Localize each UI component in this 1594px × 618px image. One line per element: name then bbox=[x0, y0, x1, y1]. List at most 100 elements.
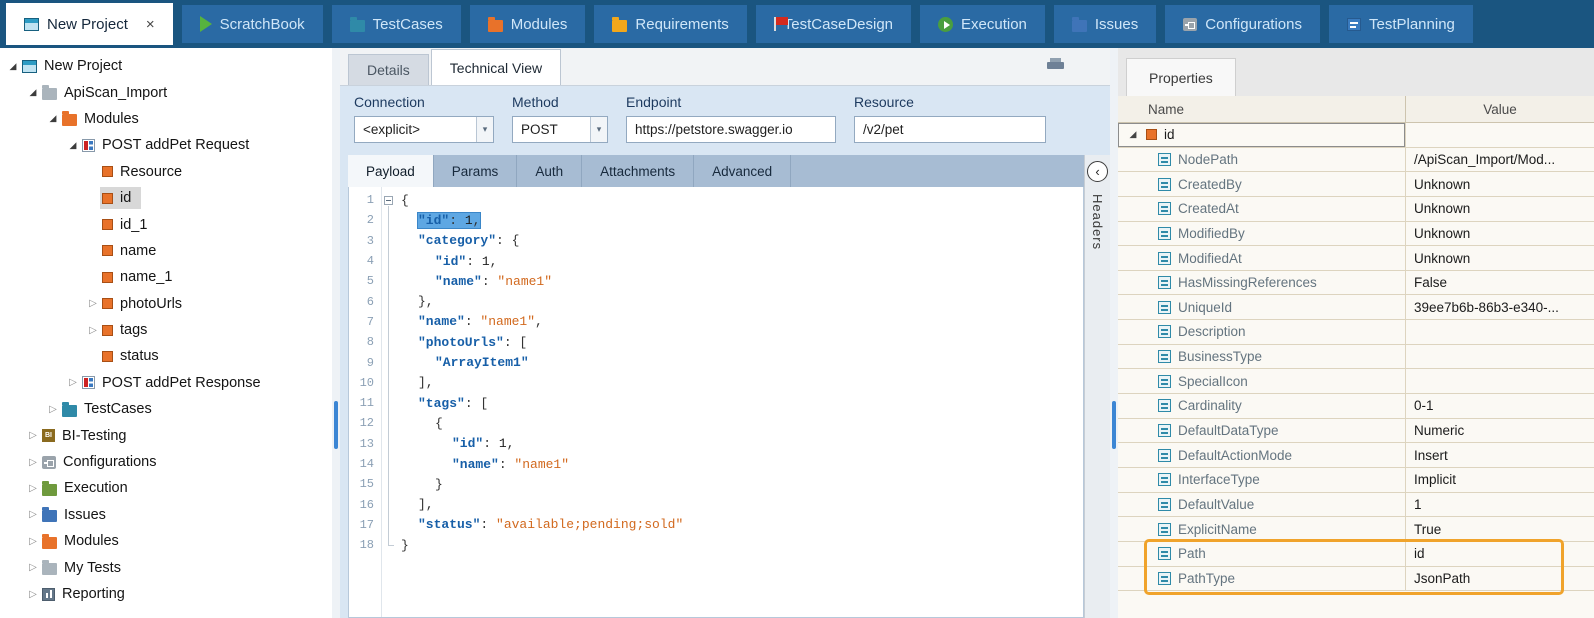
tree-item-label: Execution bbox=[64, 480, 128, 496]
fold-toggle-icon[interactable] bbox=[384, 196, 393, 205]
payload-tab-strip: PayloadParamsAuthAttachmentsAdvanced bbox=[348, 155, 1084, 187]
tree-item-name[interactable]: name bbox=[0, 238, 332, 264]
tab-configurations[interactable]: Configurations bbox=[1165, 5, 1320, 43]
property-row-root[interactable]: ◢id bbox=[1118, 123, 1594, 148]
collapsed-arrow-icon[interactable]: ▷ bbox=[86, 325, 100, 336]
tree-item-status[interactable]: status bbox=[0, 343, 332, 369]
tree-item-modules[interactable]: ▷Modules bbox=[0, 528, 332, 554]
tab-testplanning[interactable]: TestPlanning bbox=[1329, 5, 1473, 43]
payload-tab-auth[interactable]: Auth bbox=[517, 155, 582, 187]
property-row-businesstype[interactable]: BusinessType bbox=[1118, 345, 1594, 370]
property-row-specialicon[interactable]: SpecialIcon bbox=[1118, 369, 1594, 394]
tab-technical-view[interactable]: Technical View bbox=[431, 49, 561, 85]
tree-item-testcases[interactable]: ▷TestCases bbox=[0, 396, 332, 422]
tab-requirements[interactable]: Requirements bbox=[594, 5, 746, 43]
tab-properties[interactable]: Properties bbox=[1126, 58, 1236, 96]
configurations-icon bbox=[42, 456, 56, 469]
expanded-arrow-icon[interactable]: ◢ bbox=[26, 87, 40, 98]
app-window: New Project×ScratchBookTestCasesModulesR… bbox=[0, 0, 1594, 618]
connection-select[interactable]: <explicit> ▾ bbox=[354, 116, 494, 143]
tab-testcasedesign[interactable]: TestCaseDesign bbox=[756, 5, 911, 43]
payload-tab-attachments[interactable]: Attachments bbox=[582, 155, 694, 187]
property-row-defaultvalue[interactable]: DefaultValue1 bbox=[1118, 493, 1594, 518]
gutter-divider bbox=[381, 187, 382, 617]
tab-modules[interactable]: Modules bbox=[470, 5, 586, 43]
tab-execution[interactable]: Execution bbox=[920, 5, 1045, 43]
payload-tab-params[interactable]: Params bbox=[434, 155, 518, 187]
tree-item-reporting[interactable]: ▷Reporting bbox=[0, 581, 332, 607]
property-row-modifiedat[interactable]: ModifiedAtUnknown bbox=[1118, 246, 1594, 271]
collapsed-arrow-icon[interactable]: ▷ bbox=[46, 404, 60, 415]
tree-item-label: Modules bbox=[84, 111, 139, 127]
property-row-uniqueid[interactable]: UniqueId39ee7b6b-86b3-e340-... bbox=[1118, 295, 1594, 320]
payload-tab-payload[interactable]: Payload bbox=[348, 155, 434, 187]
collapse-arrow-icon[interactable]: ‹ bbox=[1087, 161, 1108, 182]
collapsed-arrow-icon[interactable]: ▷ bbox=[26, 509, 40, 520]
collapsed-arrow-icon[interactable]: ▷ bbox=[26, 589, 40, 600]
tab-issues[interactable]: Issues bbox=[1054, 5, 1156, 43]
tab-testcases[interactable]: TestCases bbox=[332, 5, 461, 43]
property-row-modifiedby[interactable]: ModifiedByUnknown bbox=[1118, 222, 1594, 247]
tree-item-new-project[interactable]: ◢New Project bbox=[0, 53, 332, 79]
endpoint-input[interactable] bbox=[626, 116, 836, 143]
tree-item-configurations[interactable]: ▷Configurations bbox=[0, 449, 332, 475]
configurations-icon bbox=[1183, 18, 1197, 31]
code-line: 1{ bbox=[349, 190, 1083, 210]
property-row-cardinality[interactable]: Cardinality0-1 bbox=[1118, 394, 1594, 419]
right-splitter[interactable] bbox=[1110, 48, 1118, 618]
property-row-interfacetype[interactable]: InterfaceTypeImplicit bbox=[1118, 468, 1594, 493]
property-row-hasmissingreferences[interactable]: HasMissingReferencesFalse bbox=[1118, 271, 1594, 296]
close-icon[interactable]: × bbox=[146, 16, 155, 33]
tab-new-project[interactable]: New Project× bbox=[6, 3, 173, 45]
tree-item-my-tests[interactable]: ▷My Tests bbox=[0, 554, 332, 580]
tab-scratchbook[interactable]: ScratchBook bbox=[182, 5, 323, 43]
tree-item-modules[interactable]: ◢ Modules bbox=[0, 106, 332, 132]
headers-side-panel[interactable]: ‹ Headers bbox=[1084, 155, 1110, 618]
connection-value: <explicit> bbox=[363, 122, 476, 137]
expanded-arrow-icon[interactable]: ◢ bbox=[66, 140, 80, 151]
tree-item-tags[interactable]: ▷tags bbox=[0, 317, 332, 343]
tree-item-id-1[interactable]: id_1 bbox=[0, 211, 332, 237]
tree-item-execution[interactable]: ▷ Execution bbox=[0, 475, 332, 501]
collapsed-arrow-icon[interactable]: ▷ bbox=[26, 430, 40, 441]
tree-item-photourls[interactable]: ▷photoUrls bbox=[0, 291, 332, 317]
tree-item-name-1[interactable]: name_1 bbox=[0, 264, 332, 290]
resource-input[interactable] bbox=[854, 116, 1046, 143]
print-icon[interactable] bbox=[1047, 58, 1064, 73]
payload-tab-advanced[interactable]: Advanced bbox=[694, 155, 791, 187]
expanded-arrow-icon[interactable]: ◢ bbox=[1127, 129, 1139, 140]
collapsed-arrow-icon[interactable]: ▷ bbox=[26, 457, 40, 468]
expanded-arrow-icon[interactable]: ◢ bbox=[6, 61, 20, 72]
left-splitter[interactable] bbox=[332, 48, 340, 618]
collapsed-arrow-icon[interactable]: ▷ bbox=[86, 298, 100, 309]
value-column-header[interactable]: Value bbox=[1405, 96, 1594, 122]
name-column-header[interactable]: Name bbox=[1118, 102, 1405, 117]
property-row-nodepath[interactable]: NodePath/ApiScan_Import/Mod... bbox=[1118, 148, 1594, 173]
tree-item-issues[interactable]: ▷Issues bbox=[0, 502, 332, 528]
collapsed-arrow-icon[interactable]: ▷ bbox=[26, 562, 40, 573]
method-select[interactable]: POST ▾ bbox=[512, 116, 608, 143]
tree-item-post-addpet-response[interactable]: ▷POST addPet Response bbox=[0, 370, 332, 396]
property-icon bbox=[1158, 375, 1171, 388]
tree-item-post-addpet-request[interactable]: ◢POST addPet Request bbox=[0, 132, 332, 158]
collapsed-arrow-icon[interactable]: ▷ bbox=[66, 377, 80, 388]
property-row-createdby[interactable]: CreatedByUnknown bbox=[1118, 172, 1594, 197]
expanded-arrow-icon[interactable]: ◢ bbox=[46, 113, 60, 124]
collapsed-arrow-icon[interactable]: ▷ bbox=[26, 536, 40, 547]
property-row-description[interactable]: Description bbox=[1118, 320, 1594, 345]
property-row-explicitname[interactable]: ExplicitNameTrue bbox=[1118, 517, 1594, 542]
property-row-createdat[interactable]: CreatedAtUnknown bbox=[1118, 197, 1594, 222]
property-row-pathtype[interactable]: PathTypeJsonPath bbox=[1118, 567, 1594, 592]
property-value bbox=[1405, 369, 1594, 393]
api-module-icon bbox=[82, 376, 95, 389]
tree-item-bi-testing[interactable]: ▷BI-Testing bbox=[0, 422, 332, 448]
tab-details[interactable]: Details bbox=[348, 54, 429, 85]
tree-item-id[interactable]: id bbox=[0, 185, 332, 211]
property-row-defaultactionmode[interactable]: DefaultActionModeInsert bbox=[1118, 443, 1594, 468]
collapsed-arrow-icon[interactable]: ▷ bbox=[26, 483, 40, 494]
tree-item-resource[interactable]: Resource bbox=[0, 159, 332, 185]
property-row-path[interactable]: Pathid bbox=[1118, 542, 1594, 567]
payload-editor[interactable]: 1{2"id": 1,3"category": {4"id": 1,5"name… bbox=[348, 187, 1084, 618]
property-row-defaultdatatype[interactable]: DefaultDataTypeNumeric bbox=[1118, 419, 1594, 444]
tree-item-apiscan-import[interactable]: ◢ApiScan_Import bbox=[0, 79, 332, 105]
